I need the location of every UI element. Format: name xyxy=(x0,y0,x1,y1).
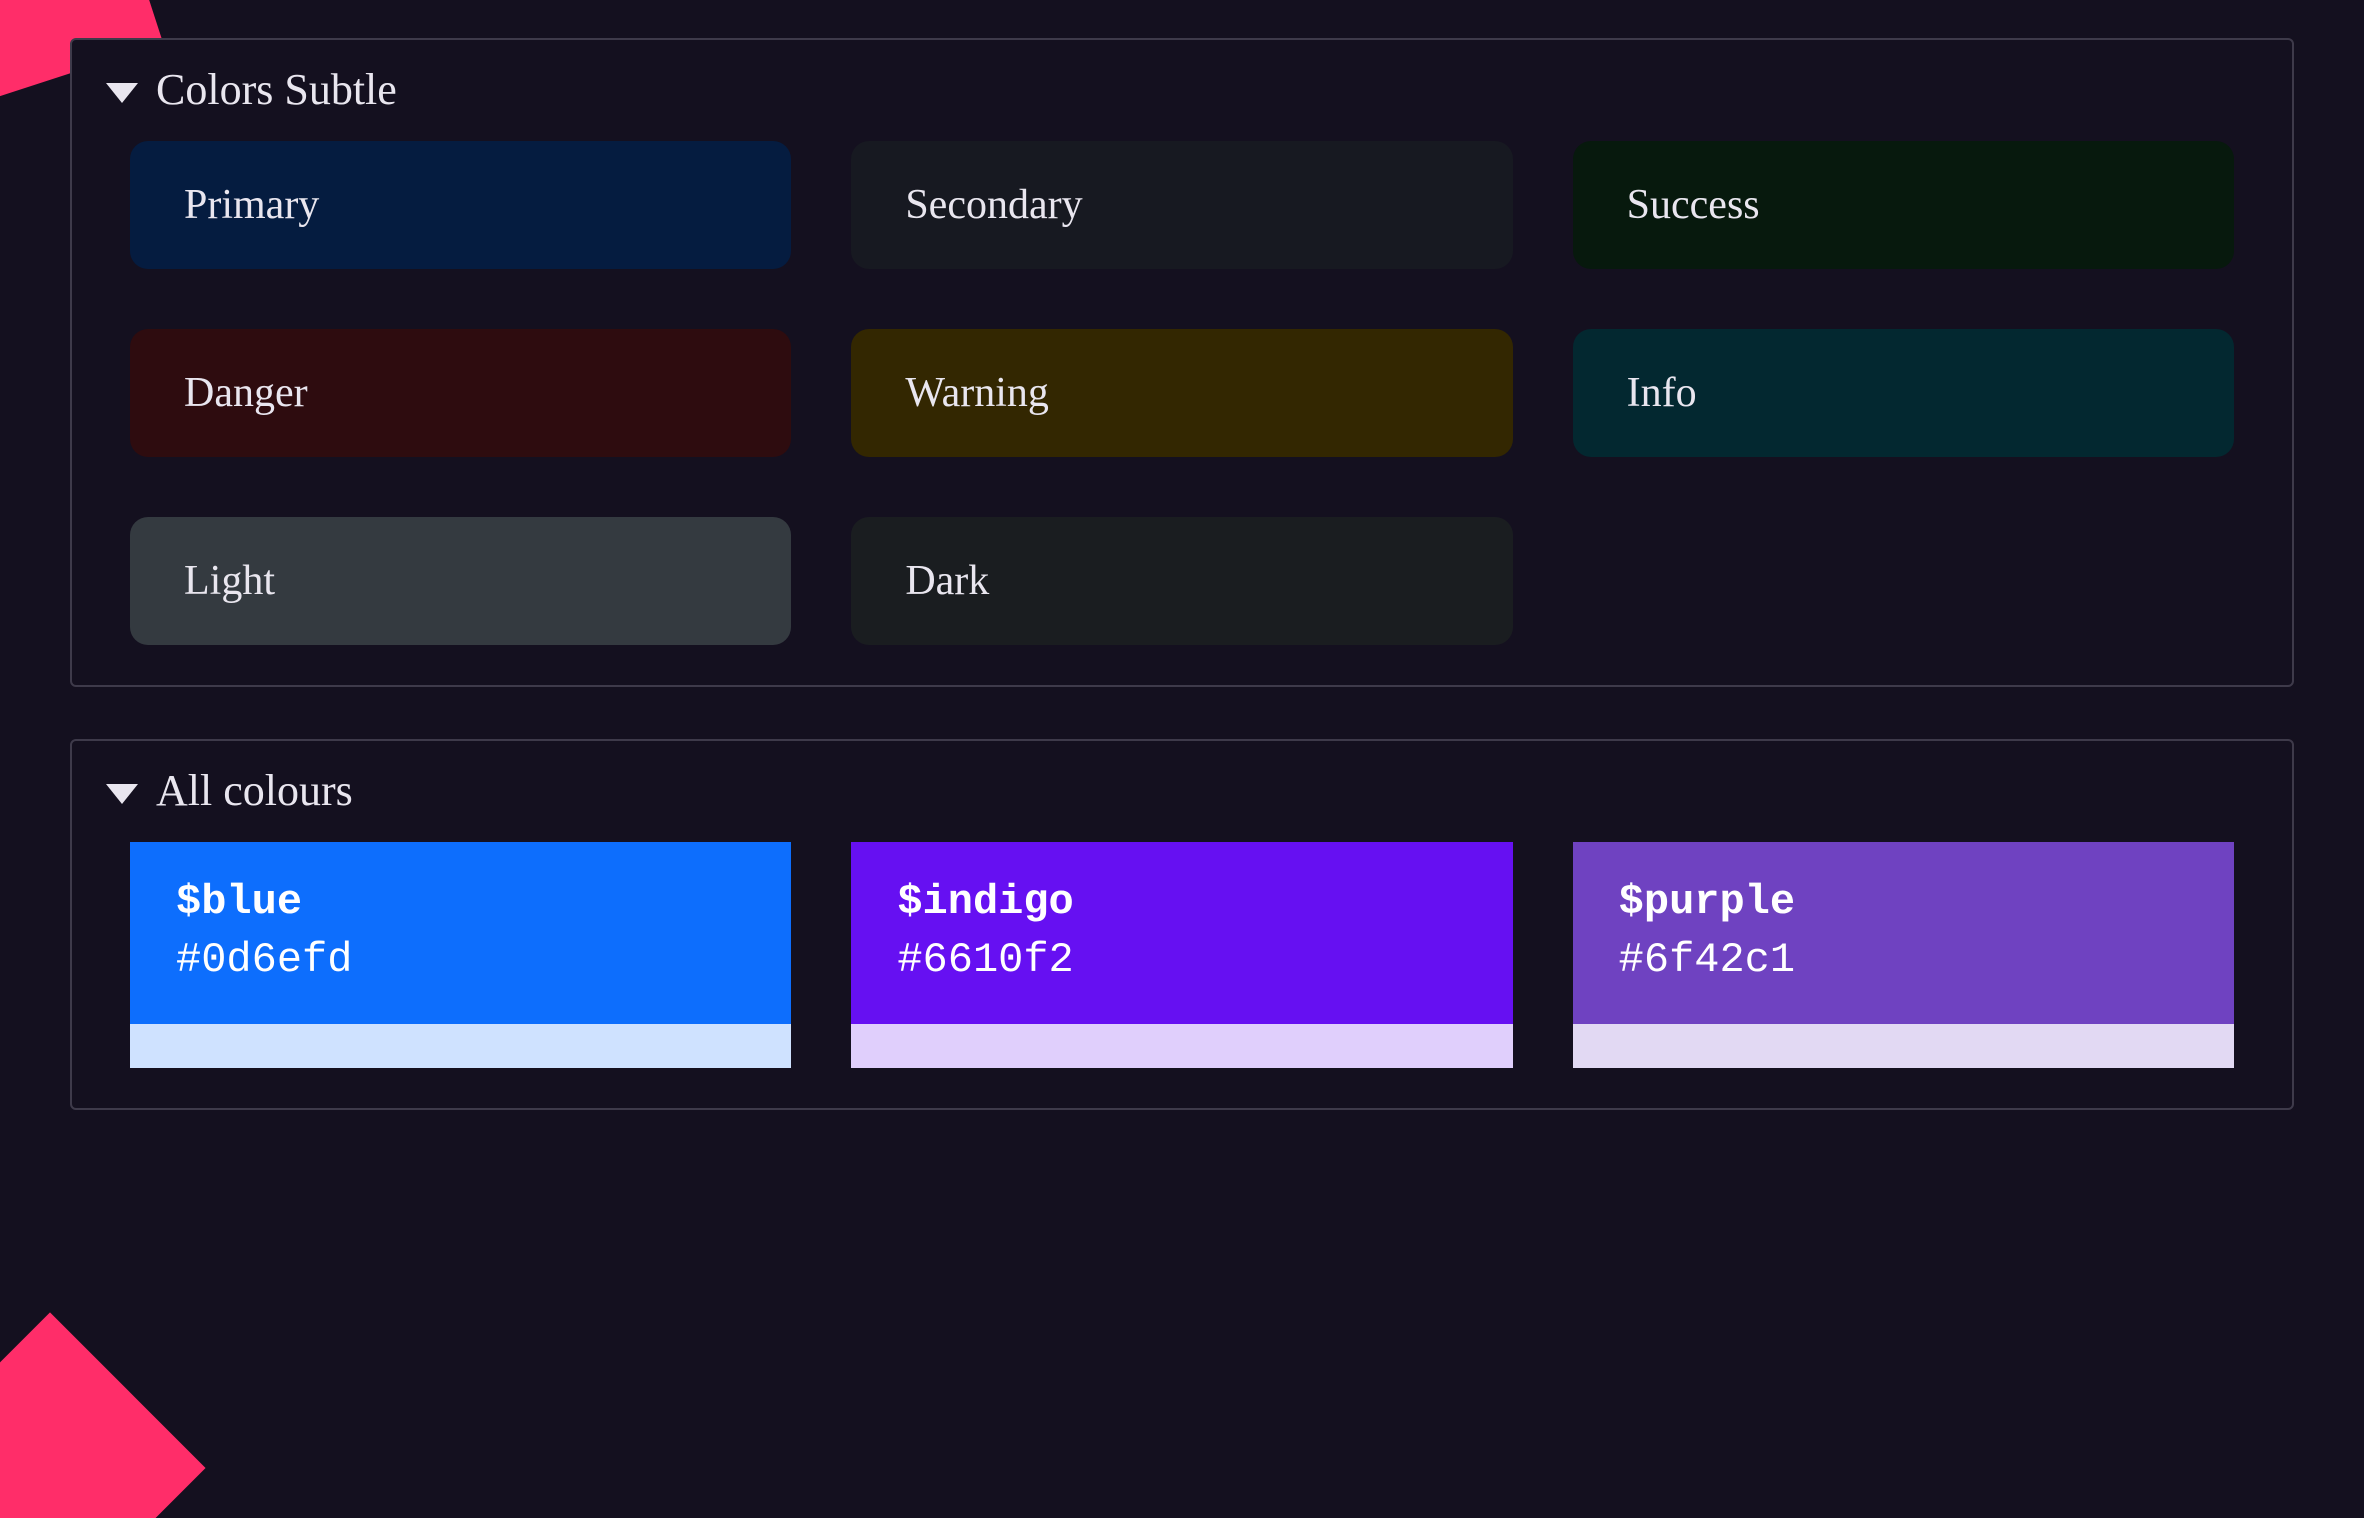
panel-all-colours-summary[interactable]: All colours xyxy=(106,761,2258,842)
color-card-blue: $blue #0d6efd xyxy=(130,842,791,1024)
swatch-primary: Primary xyxy=(130,141,791,269)
swatch-label: Success xyxy=(1627,182,1760,228)
swatch-danger: Danger xyxy=(130,329,791,457)
chevron-down-icon xyxy=(106,784,138,804)
panel-colors-subtle-summary[interactable]: Colors Subtle xyxy=(106,60,2258,141)
swatch-label: Secondary xyxy=(905,182,1082,228)
color-card-purple: $purple #6f42c1 xyxy=(1573,842,2234,1024)
color-column-blue: $blue #0d6efd xyxy=(130,842,791,1068)
color-card-indigo: $indigo #6610f2 xyxy=(851,842,1512,1024)
shade-strip-purple xyxy=(1573,1024,2234,1068)
all-colours-grid: $blue #0d6efd $indigo #6610f2 $purple #6… xyxy=(106,842,2258,1068)
swatch-label: Danger xyxy=(184,370,308,416)
decorative-corner-bottom xyxy=(0,1312,206,1518)
subtle-swatch-grid: Primary Secondary Success Danger Warning… xyxy=(106,141,2258,645)
swatch-label: Info xyxy=(1627,370,1697,416)
swatch-warning: Warning xyxy=(851,329,1512,457)
swatch-light: Light xyxy=(130,517,791,645)
color-hex: #0d6efd xyxy=(176,936,745,984)
swatch-label: Light xyxy=(184,558,275,604)
page-content: Colors Subtle Primary Secondary Success … xyxy=(0,0,2364,1110)
swatch-secondary: Secondary xyxy=(851,141,1512,269)
color-var: $blue xyxy=(176,878,745,926)
panel-colors-subtle-title: Colors Subtle xyxy=(156,64,397,115)
color-column-indigo: $indigo #6610f2 xyxy=(851,842,1512,1068)
swatch-label: Dark xyxy=(905,558,989,604)
color-column-purple: $purple #6f42c1 xyxy=(1573,842,2234,1068)
panel-colors-subtle: Colors Subtle Primary Secondary Success … xyxy=(70,38,2294,687)
swatch-dark: Dark xyxy=(851,517,1512,645)
shade-strip-indigo xyxy=(851,1024,1512,1068)
shade-strip-blue xyxy=(130,1024,791,1068)
chevron-down-icon xyxy=(106,83,138,103)
swatch-success: Success xyxy=(1573,141,2234,269)
swatch-label: Warning xyxy=(905,370,1049,416)
color-var: $indigo xyxy=(897,878,1466,926)
color-var: $purple xyxy=(1619,878,2188,926)
swatch-label: Primary xyxy=(184,182,319,228)
color-hex: #6f42c1 xyxy=(1619,936,2188,984)
color-hex: #6610f2 xyxy=(897,936,1466,984)
panel-all-colours: All colours $blue #0d6efd $indigo #6610f… xyxy=(70,739,2294,1110)
panel-all-colours-title: All colours xyxy=(156,765,353,816)
swatch-info: Info xyxy=(1573,329,2234,457)
